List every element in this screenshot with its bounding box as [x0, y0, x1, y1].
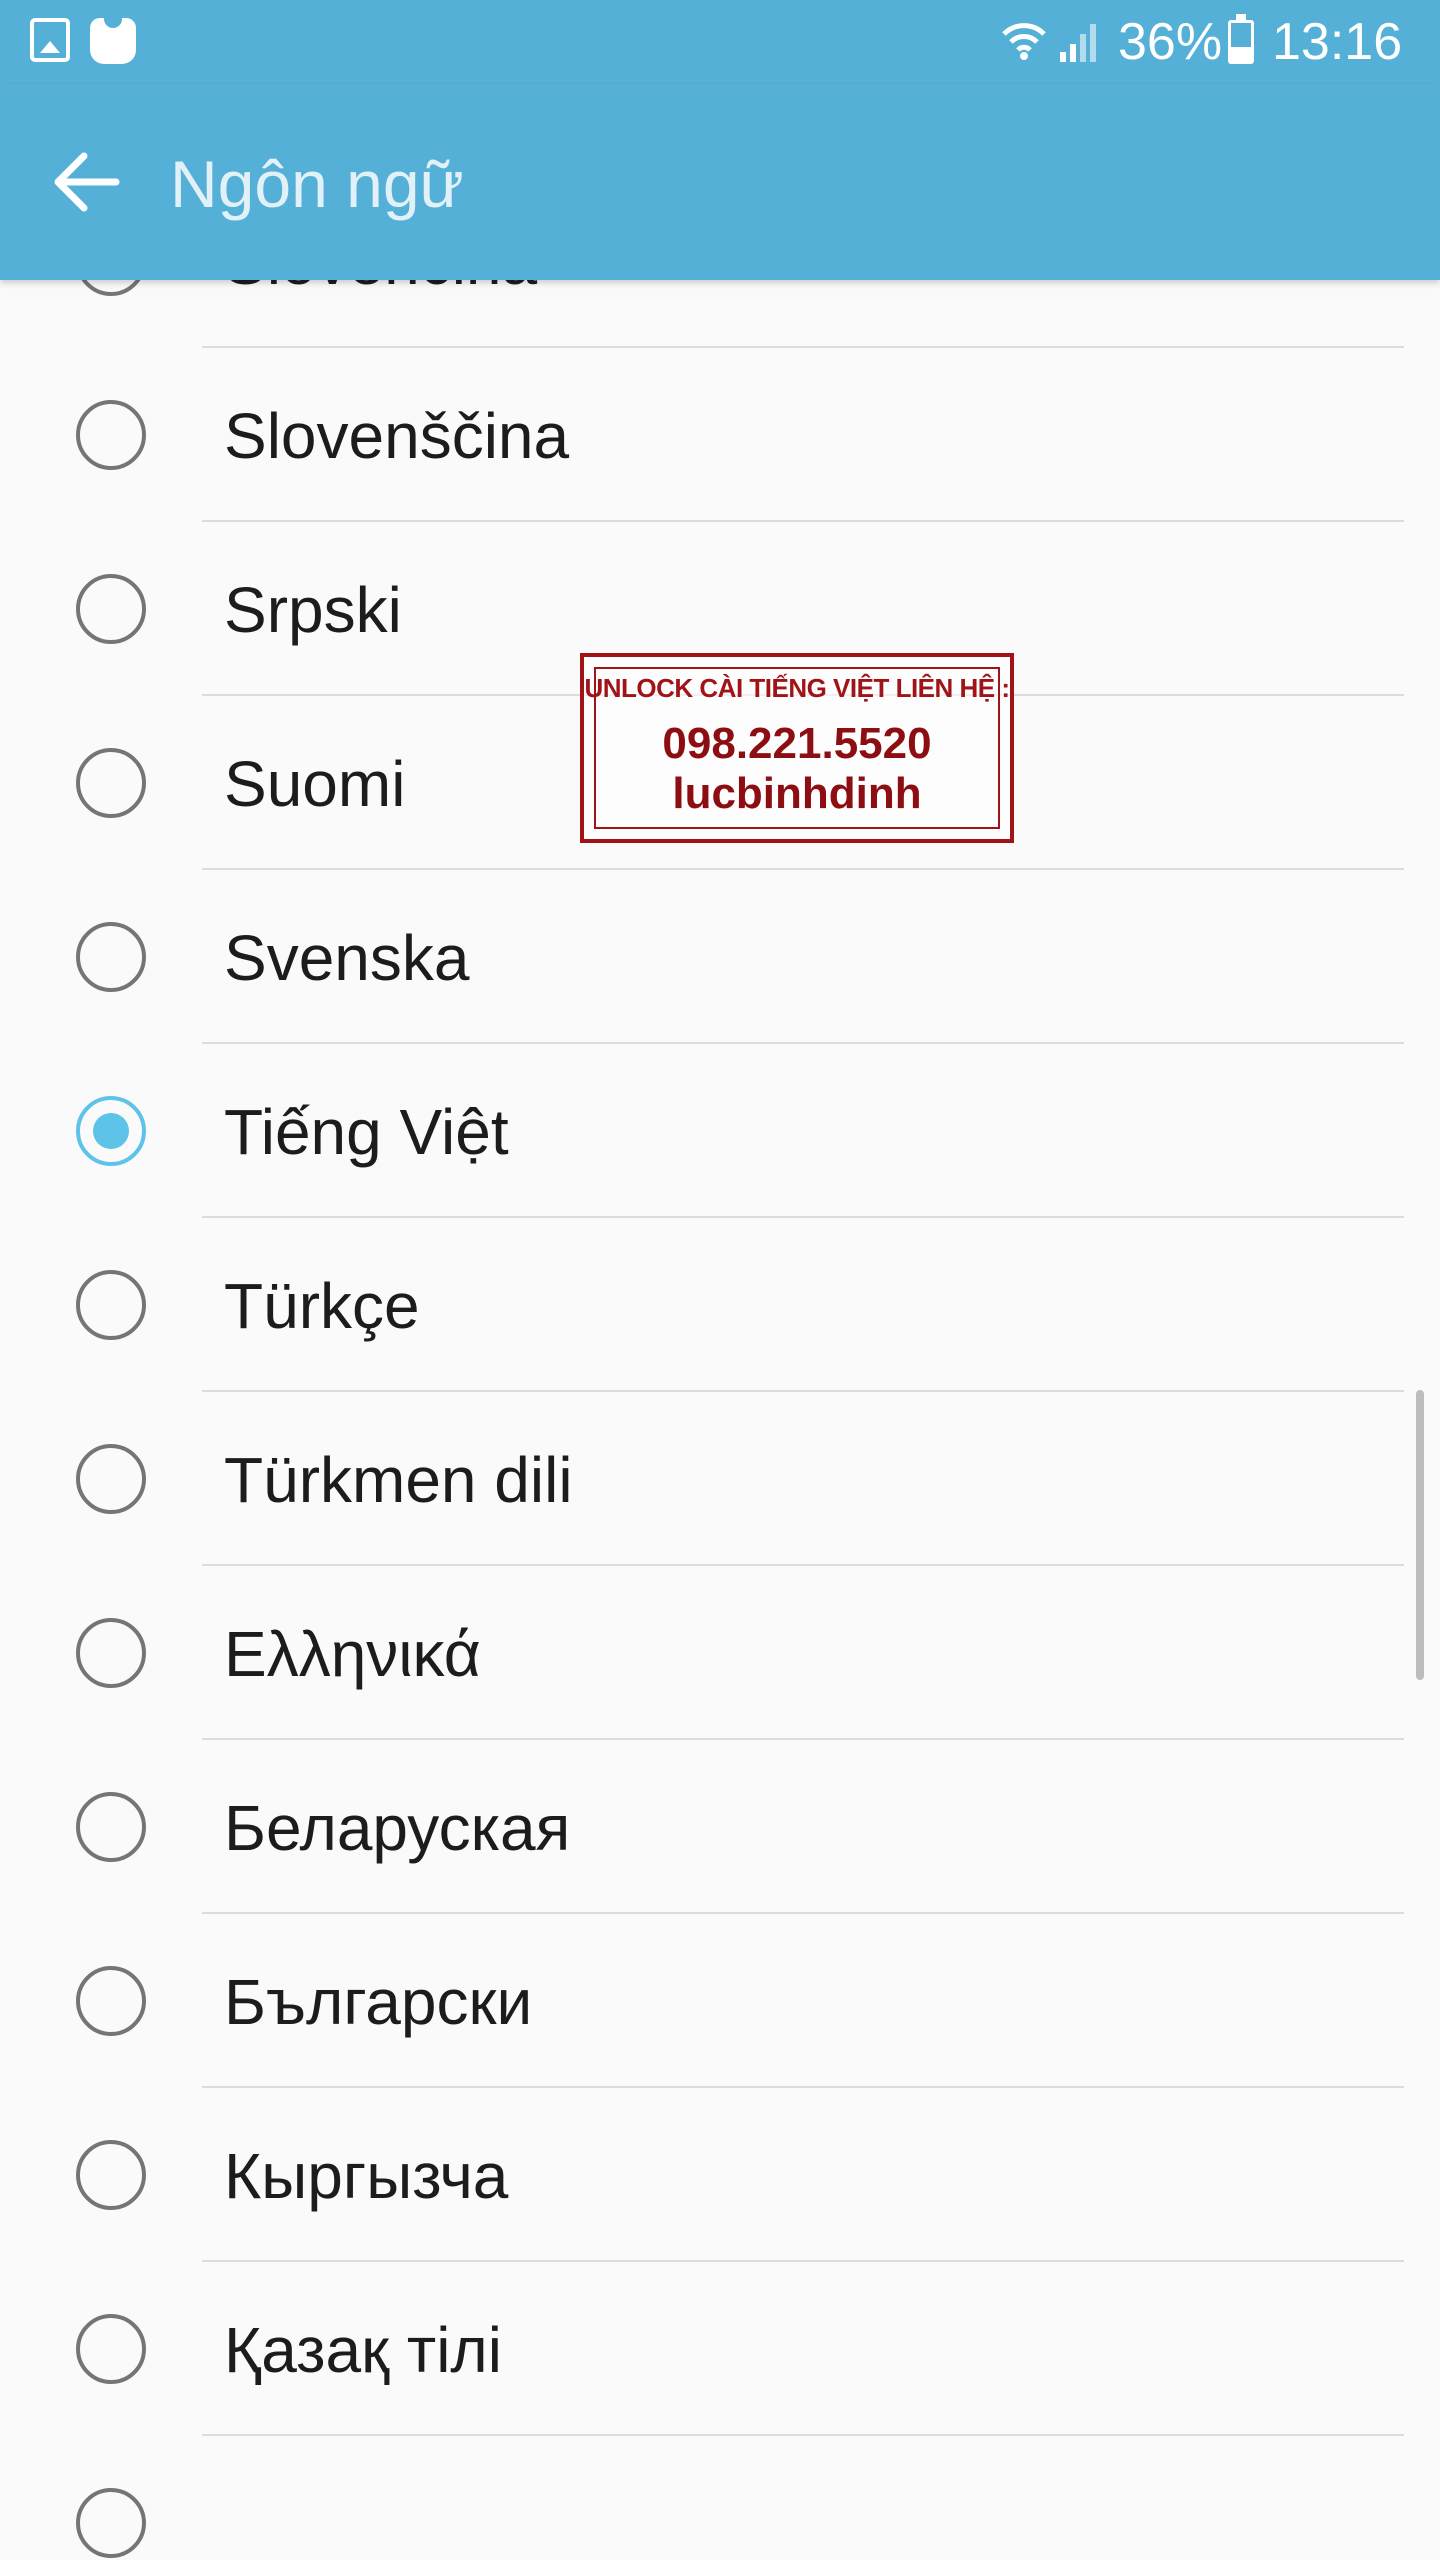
signal-icon — [1060, 24, 1096, 62]
radio-button[interactable] — [76, 2314, 146, 2384]
page-title: Ngôn ngữ — [170, 147, 464, 221]
radio-button-selected[interactable] — [76, 1096, 146, 1166]
language-item[interactable]: Беларуская — [0, 1740, 1440, 1914]
language-label: Беларуская — [224, 1792, 571, 1864]
language-label: Slovenčina — [224, 280, 537, 300]
radio-button[interactable] — [76, 1792, 146, 1862]
radio-button[interactable] — [76, 1270, 146, 1340]
wifi-icon — [1002, 23, 1046, 60]
language-list-content: Slovenčina Slovenščina Srpski Suomi Svenska T… — [0, 280, 1440, 2560]
battery-fill — [1231, 47, 1251, 61]
radio-button[interactable] — [76, 1444, 146, 1514]
language-item[interactable]: Slovenčina — [0, 280, 1440, 348]
language-item[interactable]: Қазақ тілі — [0, 2262, 1440, 2436]
language-label: Ελληνικά — [224, 1618, 481, 1690]
battery-percent: 36% — [1118, 13, 1223, 71]
language-label: Türkçe — [224, 1270, 420, 1342]
language-label: Slovenščina — [224, 400, 570, 472]
radio-button[interactable] — [76, 2488, 146, 2558]
language-label: Suomi — [224, 748, 406, 820]
language-item[interactable]: Български — [0, 1914, 1440, 2088]
language-label: Қазақ тілі — [224, 2314, 502, 2386]
clock: 13:16 — [1272, 13, 1403, 71]
battery-icon — [1228, 14, 1254, 64]
language-list[interactable]: Slovenčina Slovenščina Srpski Suomi Svenska T… — [0, 280, 1440, 2560]
language-settings-screen: 36% 13:16 Ngôn ngữ Slovenčina Slovenščina… — [0, 0, 1440, 2560]
gallery-icon — [30, 18, 70, 62]
language-item[interactable]: Ελληνικά — [0, 1566, 1440, 1740]
language-label: Türkmen dili — [224, 1444, 573, 1516]
language-label: Srpski — [224, 574, 402, 646]
language-item[interactable]: Svenska — [0, 870, 1440, 1044]
arrow-left-icon — [54, 152, 120, 212]
radio-button[interactable] — [76, 2140, 146, 2210]
language-item[interactable]: Türkmen dili — [0, 1392, 1440, 1566]
radio-button[interactable] — [76, 1618, 146, 1688]
stamp-name: lucbinhdinh — [672, 769, 922, 818]
scrollbar[interactable] — [1416, 1390, 1424, 1680]
status-bar: 36% 13:16 — [0, 0, 1440, 84]
radio-button[interactable] — [76, 400, 146, 470]
language-item[interactable]: Slovenščina — [0, 348, 1440, 522]
language-item[interactable]: Türkçe — [0, 1218, 1440, 1392]
radio-button[interactable] — [76, 1966, 146, 2036]
language-label: Кыргызча — [224, 2140, 509, 2212]
language-item[interactable] — [0, 2436, 1440, 2560]
radio-button[interactable] — [76, 280, 146, 296]
stamp-line-1: UNLOCK CÀI TIẾNG VIỆT LIÊN HỆ : — [584, 673, 1010, 703]
galaxy-apps-icon — [90, 18, 136, 64]
language-item[interactable]: Tiếng Việt — [0, 1044, 1440, 1218]
language-label: Svenska — [224, 922, 470, 994]
watermark-stamp: UNLOCK CÀI TIẾNG VIỆT LIÊN HỆ : 098.221.… — [580, 653, 1014, 843]
language-label: Tiếng Việt — [224, 1096, 509, 1168]
radio-button[interactable] — [76, 922, 146, 992]
back-button[interactable] — [34, 132, 134, 232]
language-label: Български — [224, 1966, 533, 2038]
radio-button[interactable] — [76, 574, 146, 644]
app-bar: Ngôn ngữ — [0, 84, 1440, 280]
stamp-phone: 098.221.5520 — [662, 719, 932, 768]
language-item[interactable]: Кыргызча — [0, 2088, 1440, 2262]
radio-button[interactable] — [76, 748, 146, 818]
